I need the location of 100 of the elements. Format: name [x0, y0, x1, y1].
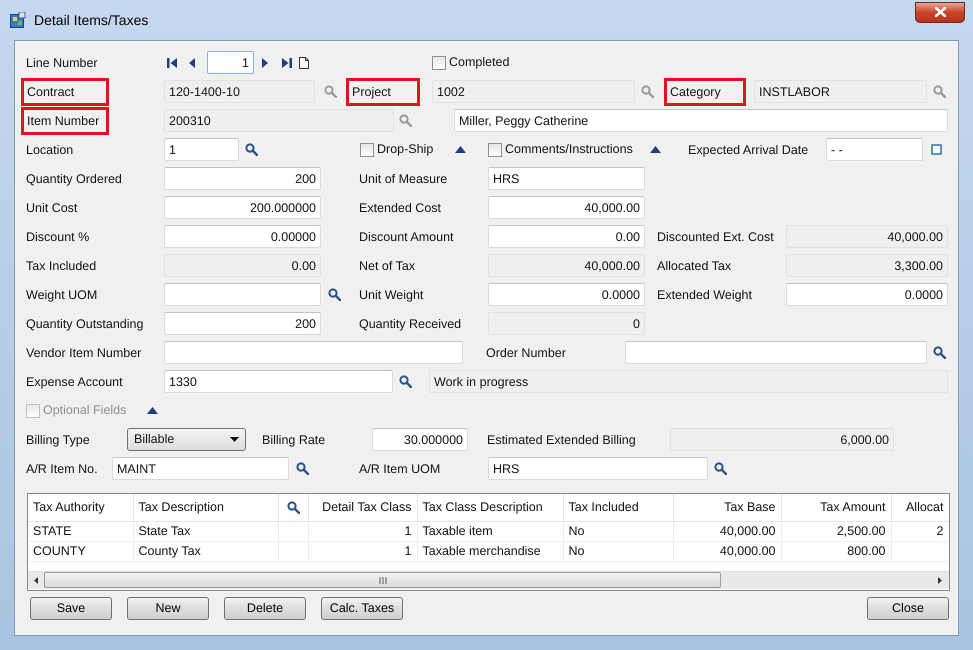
- search-icon[interactable]: [286, 500, 300, 514]
- dialog-button[interactable]: Delete: [224, 597, 306, 620]
- text-field[interactable]: 0.00: [488, 225, 645, 248]
- field-label: Tax Included: [26, 258, 96, 274]
- window-title: Detail Items/Taxes: [34, 10, 148, 30]
- search-icon[interactable]: [245, 143, 258, 156]
- table-cell: State Tax: [133, 521, 278, 541]
- field-label: Discount Amount: [359, 228, 454, 246]
- column-header[interactable]: Allocat: [891, 494, 949, 521]
- field-label: Expense Account: [26, 374, 123, 390]
- collapse-icon[interactable]: [147, 407, 158, 414]
- highlighted-label: Contract: [21, 78, 109, 106]
- close-button[interactable]: [915, 2, 965, 22]
- text-field[interactable]: MAINT: [112, 457, 289, 480]
- collapse-icon[interactable]: [650, 146, 661, 153]
- field-label: Net of Tax: [359, 258, 416, 274]
- field-label: A/R Item No.: [26, 460, 98, 478]
- field-label: Location: [26, 142, 74, 158]
- line-number-field[interactable]: 1: [207, 51, 254, 74]
- text-field[interactable]: HRS: [488, 167, 645, 190]
- field-label: Line Number: [26, 54, 98, 72]
- caret-icon: [230, 437, 239, 442]
- field-label: Quantity Ordered: [26, 170, 122, 188]
- column-header[interactable]: Tax Class Description: [417, 494, 563, 521]
- previous-icon[interactable]: [189, 58, 195, 68]
- dialog-button[interactable]: New: [127, 597, 209, 620]
- calendar-icon[interactable]: [931, 144, 942, 155]
- search-icon[interactable]: [714, 462, 727, 475]
- table-cell: 40,000.00: [673, 541, 781, 561]
- collapse-icon[interactable]: [455, 146, 466, 153]
- new-document-icon[interactable]: [299, 56, 309, 68]
- table-cell: 1: [308, 521, 417, 541]
- dialog-button[interactable]: Save: [30, 597, 112, 620]
- field-label: Vendor Item Number: [26, 344, 142, 362]
- column-header[interactable]: Tax Amount: [781, 494, 891, 521]
- checkbox[interactable]: [488, 142, 502, 156]
- search-icon[interactable]: [933, 346, 946, 359]
- table-cell: No: [563, 521, 673, 541]
- text-field[interactable]: - -: [826, 138, 923, 161]
- close-icon: [934, 7, 946, 17]
- dialog-button[interactable]: Calc. Taxes: [321, 597, 403, 620]
- last-record-icon[interactable]: [282, 58, 292, 68]
- text-field[interactable]: 200: [164, 167, 321, 190]
- text-field[interactable]: 0.00000: [164, 225, 321, 248]
- text-field[interactable]: 30.000000: [372, 428, 468, 451]
- table-cell: STATE: [28, 521, 133, 541]
- text-field[interactable]: [164, 341, 463, 364]
- checkbox-label: Optional Fields: [43, 402, 126, 420]
- search-icon[interactable]: [328, 288, 341, 301]
- highlighted-label: Item Number: [21, 106, 109, 134]
- field-label: Unit Weight: [359, 286, 424, 304]
- checkbox-label: Drop-Ship: [377, 141, 434, 158]
- column-header[interactable]: Detail Tax Class: [308, 494, 417, 521]
- field-label: Quantity Outstanding: [26, 316, 144, 332]
- field-label: Discount %: [26, 228, 90, 246]
- grip-icon: [378, 576, 386, 584]
- text-field[interactable]: 200: [164, 312, 321, 335]
- table-cell: No: [563, 541, 673, 561]
- scrollbar-thumb[interactable]: [44, 572, 721, 588]
- text-field[interactable]: HRS: [488, 457, 708, 480]
- field-label: Extended Cost: [359, 200, 441, 216]
- table-cell: 2: [891, 521, 949, 541]
- dropdown[interactable]: Billable: [127, 428, 246, 451]
- column-header[interactable]: Tax Base: [673, 494, 781, 521]
- table-cell: County Tax: [133, 541, 278, 561]
- table-cell: 40,000.00: [673, 521, 781, 541]
- field-label: Discounted Ext. Cost: [657, 228, 774, 246]
- next-icon[interactable]: [262, 58, 268, 68]
- app-icon: [10, 12, 26, 28]
- scroll-right-icon[interactable]: [938, 576, 942, 584]
- text-field[interactable]: 0.0000: [786, 283, 948, 306]
- column-header[interactable]: Tax Included: [563, 494, 673, 521]
- search-icon[interactable]: [399, 375, 412, 388]
- field-label: Unit of Measure: [359, 170, 448, 188]
- text-field[interactable]: 40,000.00: [488, 196, 645, 219]
- checkbox-label: Comments/Instructions: [505, 141, 633, 158]
- text-field[interactable]: 1: [164, 138, 239, 161]
- text-field[interactable]: 1330: [164, 370, 393, 393]
- text-field[interactable]: Miller, Peggy Catherine: [454, 109, 948, 132]
- search-icon[interactable]: [296, 462, 309, 475]
- text-field[interactable]: 0.0000: [488, 283, 645, 306]
- column-header[interactable]: Tax Authority: [28, 494, 133, 521]
- text-field[interactable]: [625, 341, 927, 364]
- field-label: Weight UOM: [26, 286, 98, 304]
- checkbox[interactable]: [432, 56, 446, 70]
- text-field[interactable]: 200.000000: [164, 196, 321, 219]
- highlighted-label: Category: [664, 78, 746, 106]
- text-field[interactable]: [164, 283, 321, 306]
- column-header[interactable]: Tax Description: [133, 494, 278, 521]
- field-label: Billing Rate: [262, 432, 326, 448]
- field-label: Billing Type: [26, 432, 90, 448]
- table-cell: Taxable merchandise: [417, 541, 563, 561]
- table-cell: COUNTY: [28, 541, 133, 561]
- first-record-icon[interactable]: [167, 58, 177, 68]
- horizontal-scrollbar[interactable]: [28, 570, 949, 588]
- dialog-button[interactable]: Close: [867, 597, 949, 620]
- scroll-left-icon[interactable]: [34, 576, 38, 584]
- checkbox[interactable]: [360, 142, 374, 156]
- field-label: Quantity Received: [359, 316, 462, 332]
- table-cell: Taxable item: [417, 521, 563, 541]
